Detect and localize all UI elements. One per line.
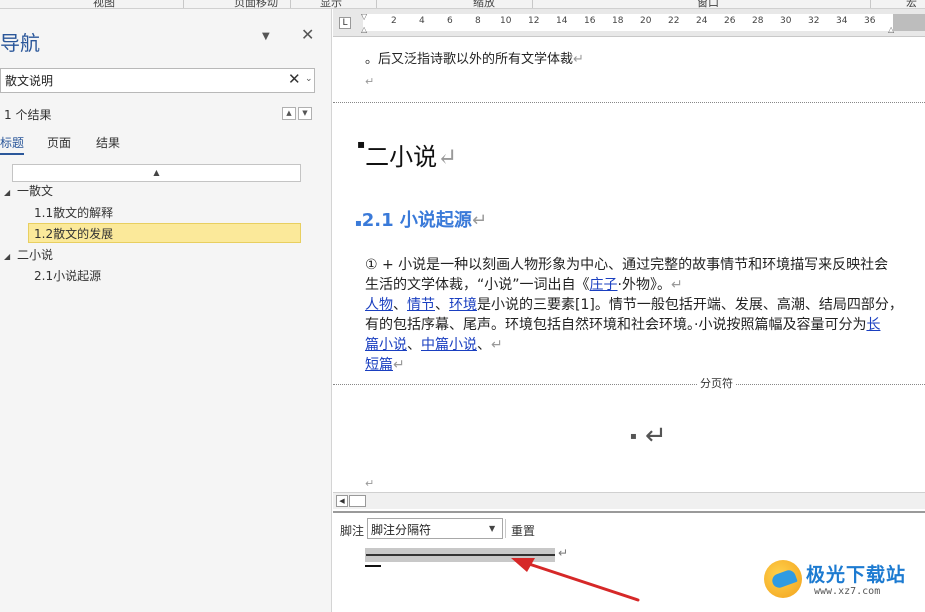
chevron-down-icon[interactable]: ▼ xyxy=(489,524,495,533)
link-novella[interactable]: 中篇小说 xyxy=(421,337,477,353)
ruler-number: 24 xyxy=(696,16,708,26)
footnote-label: 脚注 xyxy=(340,524,365,538)
tree-item-heading-selected[interactable]: 1.2散文的发展 xyxy=(28,223,301,243)
ruler-number: 8 xyxy=(475,16,481,26)
horizontal-scrollbar[interactable]: ◀ xyxy=(333,492,925,509)
doc-text-line[interactable]: 。后又泛指诗歌以外的所有文学体裁↵ xyxy=(365,48,584,67)
left-indent-marker-icon[interactable]: △ xyxy=(361,25,367,34)
ruler-margin-shade xyxy=(893,14,925,31)
ruler-number: 26 xyxy=(724,16,736,26)
ruler-number: 18 xyxy=(612,16,624,26)
ribbon-group-labels: 视图 页面移动 显示 缩放 窗口 宏 xyxy=(0,0,925,9)
watermark-title: 极光下载站 xyxy=(806,564,907,586)
link-short-story[interactable]: 短篇 xyxy=(365,357,393,373)
footnote-select-value: 脚注分隔符 xyxy=(371,523,432,537)
ruler-number: 32 xyxy=(808,16,820,26)
nav-options-chevron-icon[interactable]: ▼ xyxy=(262,31,270,42)
previous-result-button[interactable]: ▲ xyxy=(282,107,296,120)
ruler-number: 2 xyxy=(391,16,397,26)
nav-search-input[interactable] xyxy=(5,72,275,89)
link-environment[interactable]: 环境 xyxy=(449,297,477,313)
tree-item-heading[interactable]: 2.1小说起源 xyxy=(34,266,101,286)
link-long-novel-cont[interactable]: 篇小说 xyxy=(365,337,407,353)
ribbon-group-zoom: 缩放 xyxy=(473,0,495,9)
watermark-logo: 极光下载站 www.xz7.com xyxy=(762,558,922,608)
ruler-number: 14 xyxy=(556,16,568,26)
navigation-pane: 导航 ▼ ✕ ✕ ⌄ 1 个结果 ▲ ▼ 标题 页面 结果 ▲ ◢ 一散文 1.… xyxy=(0,9,332,612)
annotation-arrow-icon xyxy=(511,558,640,602)
ruler-number: 22 xyxy=(668,16,680,26)
ruler-number: 28 xyxy=(752,16,764,26)
page-boundary xyxy=(333,102,925,103)
ruler-number: 20 xyxy=(640,16,652,26)
horizontal-ruler[interactable]: L ▽ △ 2 4 6 8 10 12 14 16 18 20 22 24 26… xyxy=(333,9,925,37)
first-line-indent-marker-icon[interactable]: ▽ xyxy=(361,12,367,21)
page-break-label: 分页符 xyxy=(698,375,735,391)
paragraph-mark: ↵ xyxy=(365,477,375,490)
ruler-number: 4 xyxy=(419,16,425,26)
ribbon-group-macro: 宏 xyxy=(906,0,917,9)
nav-close-icon[interactable]: ✕ xyxy=(301,25,314,44)
tree-item-heading[interactable]: 二小说 xyxy=(17,245,53,265)
page-break-line xyxy=(333,384,925,385)
nav-search-box[interactable]: ✕ ⌄ xyxy=(0,68,315,93)
body-paragraph[interactable]: ① + 小说是一种以刻画人物形象为中心、通过完整的故事情节和环境描写来反映社会 … xyxy=(365,255,920,375)
divider xyxy=(505,519,506,538)
reset-button[interactable]: 重置 xyxy=(511,522,535,539)
tab-headings[interactable]: 标题 xyxy=(0,134,24,151)
ribbon-group-page-move: 页面移动 xyxy=(234,0,278,9)
nav-title: 导航 xyxy=(0,31,40,55)
next-result-button[interactable]: ▼ xyxy=(298,107,312,120)
tab-stop-selector-icon[interactable]: L xyxy=(339,17,351,29)
collapse-up-icon: ▲ xyxy=(153,168,160,177)
active-tab-indicator xyxy=(0,153,24,155)
collapse-headings-bar[interactable]: ▲ xyxy=(12,164,301,182)
ruler-number: 16 xyxy=(584,16,596,26)
empty-paragraph-mark[interactable]: ▪ ↵ xyxy=(630,421,667,451)
paragraph-mark: ↵ xyxy=(365,75,375,88)
search-clear-icon[interactable]: ✕ xyxy=(288,70,301,88)
document-area: L ▽ △ 2 4 6 8 10 12 14 16 18 20 22 24 26… xyxy=(333,9,925,612)
ruler-number: 36 xyxy=(864,16,876,26)
ruler-number: 34 xyxy=(836,16,848,26)
scroll-left-icon[interactable]: ◀ xyxy=(336,495,348,507)
tree-item-heading[interactable]: 一散文 xyxy=(17,181,53,201)
ribbon-group-view: 视图 xyxy=(93,0,115,9)
ruler-number: 30 xyxy=(780,16,792,26)
ribbon-group-show: 显示 xyxy=(320,0,342,9)
tab-pages[interactable]: 页面 xyxy=(47,134,71,151)
link-zhuangzi[interactable]: 庄子 xyxy=(590,277,618,293)
tree-expand-toggle-icon[interactable]: ◢ xyxy=(4,252,10,261)
tab-results[interactable]: 结果 xyxy=(96,134,120,151)
footnote-view-select[interactable]: 脚注分隔符 ▼ xyxy=(367,518,503,539)
scrollbar-thumb[interactable] xyxy=(349,495,366,507)
heading-level-1[interactable]: ▪二小说↵ xyxy=(357,137,457,172)
search-results-count: 1 个结果 xyxy=(4,108,52,122)
search-dropdown-chevron-icon[interactable]: ⌄ xyxy=(305,74,313,84)
tree-item-heading[interactable]: 1.1散文的解释 xyxy=(34,203,113,223)
watermark-url: www.xz7.com xyxy=(814,586,881,597)
ribbon-group-window: 窗口 xyxy=(697,0,719,9)
ruler-number: 12 xyxy=(528,16,540,26)
ruler-number: 10 xyxy=(500,16,512,26)
link-long-novel[interactable]: 长 xyxy=(866,317,880,333)
link-plot[interactable]: 情节 xyxy=(407,297,435,313)
link-character[interactable]: 人物 xyxy=(365,297,393,313)
heading-level-2[interactable]: ▪2.1 小说起源↵ xyxy=(355,206,487,232)
ruler-number: 6 xyxy=(447,16,453,26)
watermark-logo-icon xyxy=(764,560,802,598)
footnote-short-line xyxy=(365,565,381,567)
tree-expand-toggle-icon[interactable]: ◢ xyxy=(4,188,10,197)
